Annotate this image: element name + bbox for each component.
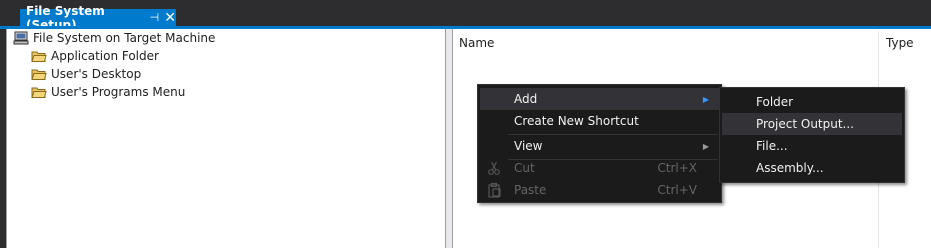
menu-item-paste[interactable]: Paste Ctrl+V — [480, 179, 719, 201]
computer-icon — [13, 31, 29, 45]
menu-item-add[interactable]: Add ▶ — [480, 88, 719, 110]
submenu-item-assembly[interactable]: Assembly... — [722, 157, 902, 179]
submenu-item-label: Folder — [756, 95, 794, 109]
tree-item-label: User's Programs Menu — [51, 85, 186, 99]
menu-item-label: Create New Shortcut — [514, 114, 639, 128]
tree-item-application-folder[interactable]: Application Folder — [31, 49, 159, 63]
menu-item-label: Paste — [514, 183, 547, 197]
file-system-tree[interactable]: File System on Target Machine Applicatio… — [6, 29, 446, 248]
folder-icon — [31, 87, 47, 98]
tree-item-users-desktop[interactable]: User's Desktop — [31, 67, 141, 81]
submenu-item-label: Project Output... — [756, 117, 854, 131]
menu-item-label: Add — [514, 92, 538, 106]
column-header-name[interactable]: Name — [459, 36, 494, 50]
add-submenu: Folder Project Output... File... Assembl… — [719, 87, 905, 183]
tree-item-label: Application Folder — [51, 49, 159, 63]
document-tab-strip: File System (Setup) ⊣ ✕ — [0, 0, 931, 32]
menu-item-view[interactable]: View ▶ — [480, 135, 719, 157]
submenu-item-label: Assembly... — [756, 161, 824, 175]
close-icon[interactable]: ✕ — [164, 11, 176, 25]
tree-root-label: File System on Target Machine — [33, 31, 216, 45]
folder-icon — [31, 51, 47, 62]
shortcut-label: Ctrl+X — [657, 161, 697, 175]
submenu-item-file[interactable]: File... — [722, 135, 902, 157]
submenu-item-label: File... — [756, 139, 788, 153]
tree-root-item[interactable]: File System on Target Machine — [13, 31, 215, 45]
submenu-item-folder[interactable]: Folder — [722, 91, 902, 113]
tree-item-users-programs-menu[interactable]: User's Programs Menu — [31, 85, 185, 99]
scissors-icon — [488, 161, 500, 175]
context-menu: Add ▶ Create New Shortcut View ▶ Cut Ctr… — [477, 84, 722, 203]
menu-item-label: Cut — [514, 161, 535, 175]
folder-icon — [31, 69, 47, 80]
menu-item-label: View — [514, 139, 543, 153]
shortcut-label: Ctrl+V — [657, 183, 697, 197]
menu-item-create-new-shortcut[interactable]: Create New Shortcut — [480, 110, 719, 132]
pin-icon[interactable]: ⊣ — [150, 11, 160, 24]
column-header-type[interactable]: Type — [886, 36, 914, 50]
tree-item-label: User's Desktop — [51, 67, 142, 81]
submenu-item-project-output[interactable]: Project Output... — [722, 113, 902, 135]
submenu-arrow-icon: ▶ — [702, 141, 709, 151]
menu-item-cut[interactable]: Cut Ctrl+X — [480, 157, 719, 179]
clipboard-icon — [488, 182, 501, 198]
tab-file-system-setup[interactable]: File System (Setup) ⊣ ✕ — [20, 4, 176, 32]
submenu-arrow-icon: ▶ — [702, 94, 709, 104]
